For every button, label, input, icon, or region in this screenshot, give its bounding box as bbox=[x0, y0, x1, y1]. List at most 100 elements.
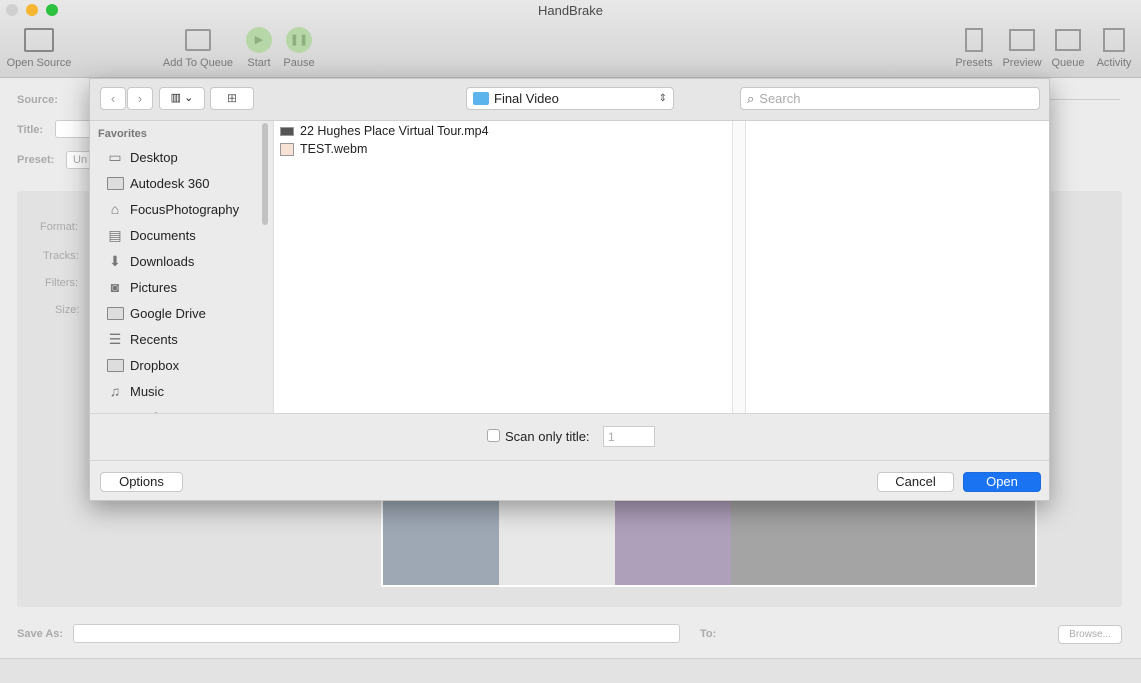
sidebar: Favorites ▭ Desktop Autodesk 360 ⌂ FocusPhot… bbox=[90, 121, 273, 413]
updown-chevron-icon: ⇕ bbox=[658, 93, 667, 104]
format-label: Format: bbox=[40, 221, 78, 233]
open-file-dialog: ‹ › ▥ ⌄ ⊞ Final Video ⇕ ⌕ Search Favorit… bbox=[89, 78, 1050, 501]
film-icon bbox=[1000, 26, 1044, 54]
folder-icon bbox=[106, 175, 124, 191]
view-mode-button[interactable]: ▥ ⌄ bbox=[159, 87, 205, 110]
activity-button[interactable]: Activity bbox=[1092, 26, 1136, 69]
divider bbox=[1050, 99, 1120, 100]
label: Presets bbox=[955, 57, 993, 69]
sidebar-item-google-drive[interactable]: Google Drive bbox=[106, 300, 206, 326]
preset-label: Preset: bbox=[17, 154, 55, 166]
queue-icon bbox=[1049, 26, 1087, 54]
open-source-button[interactable]: Open Source bbox=[4, 26, 74, 69]
save-as-input[interactable] bbox=[73, 624, 680, 643]
home-icon: ⌂ bbox=[110, 201, 120, 217]
queue-button[interactable]: Queue bbox=[1049, 26, 1087, 69]
document-file-icon bbox=[280, 142, 294, 156]
status-bar bbox=[0, 658, 1141, 683]
label: Pause bbox=[283, 57, 315, 69]
sidebar-item-label: Documents bbox=[130, 227, 196, 243]
start-button[interactable]: ▶ Start bbox=[243, 26, 275, 69]
columns-icon: ▥ ⌄ bbox=[170, 92, 194, 104]
sidebar-item-dropbox[interactable]: Dropbox bbox=[106, 352, 179, 378]
sidebar-item-label: FocusPhotography bbox=[130, 201, 240, 217]
file-list: 22 Hughes Place Virtual Tour.mp4 TEST.web… bbox=[273, 121, 732, 413]
desktop-icon: ▭ bbox=[108, 148, 122, 165]
sidebar-item-movies[interactable]: ▦Movies bbox=[106, 404, 171, 414]
preview-button[interactable]: Preview bbox=[1000, 26, 1044, 69]
browse-button[interactable]: Browse... bbox=[1058, 625, 1122, 644]
sidebar-item-label: Music bbox=[130, 383, 164, 399]
open-button[interactable]: Open bbox=[963, 472, 1041, 492]
save-as-label: Save As: bbox=[17, 628, 64, 640]
new-folder-button[interactable]: ⊞ bbox=[210, 87, 254, 110]
column-resize-handle[interactable] bbox=[732, 121, 746, 413]
add-image-icon bbox=[160, 26, 236, 54]
label: Add To Queue bbox=[162, 57, 234, 69]
scan-only-title-checkbox[interactable] bbox=[487, 429, 500, 442]
presets-button[interactable]: Presets bbox=[953, 26, 995, 69]
scan-only-title-label: Scan only title: bbox=[505, 429, 590, 444]
title-label: Title: bbox=[17, 124, 44, 136]
sidebar-item-pictures[interactable]: ◙ Pictures bbox=[106, 274, 177, 300]
sidebar-item-focusphotography[interactable]: ⌂ FocusPhotography bbox=[106, 196, 239, 222]
title-bar: HandBrake Open Source Add To Queue ▶ Star… bbox=[0, 0, 1141, 78]
sidebar-item-music[interactable]: ♫ Music bbox=[106, 378, 164, 404]
sidebar-item-label: Downloads bbox=[130, 253, 195, 269]
sidebar-item-downloads[interactable]: ⬇ Downloads bbox=[106, 248, 194, 274]
presets-icon bbox=[953, 26, 995, 54]
clapperboard-icon bbox=[4, 26, 74, 54]
location-label: Final Video bbox=[494, 91, 559, 106]
camera-icon: ◙ bbox=[110, 279, 120, 295]
sidebar-item-label: Google Drive bbox=[130, 305, 206, 321]
label: Queue bbox=[1051, 57, 1085, 69]
scan-only-title-input[interactable]: 1 bbox=[603, 426, 655, 447]
add-to-queue-button[interactable]: Add To Queue bbox=[160, 26, 236, 69]
source-label: Source: bbox=[17, 94, 58, 106]
folder-icon bbox=[106, 305, 124, 321]
pause-icon: ❚❚ bbox=[286, 27, 312, 53]
filters-label: Filters: bbox=[45, 277, 78, 289]
sidebar-item-desktop[interactable]: ▭ Desktop bbox=[106, 144, 178, 170]
search-field[interactable]: ⌕ Search bbox=[740, 87, 1040, 110]
preview-column bbox=[746, 121, 1049, 413]
tracks-label: Tracks: bbox=[43, 250, 79, 262]
options-button[interactable]: Options bbox=[100, 472, 183, 492]
chevron-left-icon: ‹ bbox=[110, 91, 116, 106]
chevron-right-icon: › bbox=[137, 91, 143, 106]
activity-icon bbox=[1092, 26, 1136, 54]
sidebar-item-recents[interactable]: ☰ Recents bbox=[106, 326, 178, 352]
search-icon: ⌕ bbox=[747, 90, 755, 106]
sidebar-scrollbar[interactable] bbox=[262, 123, 268, 225]
back-button[interactable]: ‹ bbox=[100, 87, 126, 110]
file-item[interactable]: TEST.webm bbox=[280, 140, 367, 158]
sidebar-item-label: Autodesk 360 bbox=[130, 175, 210, 191]
documents-icon: ▤ bbox=[108, 226, 122, 243]
folder-icon bbox=[473, 92, 489, 105]
search-placeholder: Search bbox=[759, 91, 801, 106]
size-label: Size: bbox=[55, 304, 80, 316]
sidebar-item-label: Dropbox bbox=[130, 357, 180, 373]
label: Start bbox=[247, 57, 271, 69]
preview-image bbox=[381, 495, 1037, 587]
sidebar-header: Favorites bbox=[98, 128, 147, 140]
sidebar-item-label: Pictures bbox=[130, 279, 177, 295]
sidebar-item-label: Desktop bbox=[130, 149, 178, 165]
window-title: HandBrake bbox=[537, 3, 604, 18]
pause-button[interactable]: ❚❚ Pause bbox=[281, 26, 317, 69]
label: Open Source bbox=[6, 57, 72, 69]
sidebar-item-autodesk-360[interactable]: Autodesk 360 bbox=[106, 170, 210, 196]
cancel-button[interactable]: Cancel bbox=[877, 472, 954, 492]
music-icon: ♫ bbox=[109, 383, 121, 399]
downloads-icon: ⬇ bbox=[109, 252, 121, 269]
forward-button[interactable]: › bbox=[127, 87, 153, 110]
label: Preview bbox=[1002, 57, 1042, 69]
location-select[interactable]: Final Video ⇕ bbox=[466, 87, 674, 110]
to-label: To: bbox=[700, 628, 717, 640]
file-name: 22 Hughes Place Virtual Tour.mp4 bbox=[300, 124, 489, 138]
file-item[interactable]: 22 Hughes Place Virtual Tour.mp4 bbox=[280, 122, 489, 140]
recents-icon: ☰ bbox=[108, 330, 122, 347]
sidebar-item-documents[interactable]: ▤ Documents bbox=[106, 222, 196, 248]
accessory-view: Scan only title: 1 bbox=[90, 413, 1049, 461]
video-file-icon bbox=[280, 126, 294, 136]
